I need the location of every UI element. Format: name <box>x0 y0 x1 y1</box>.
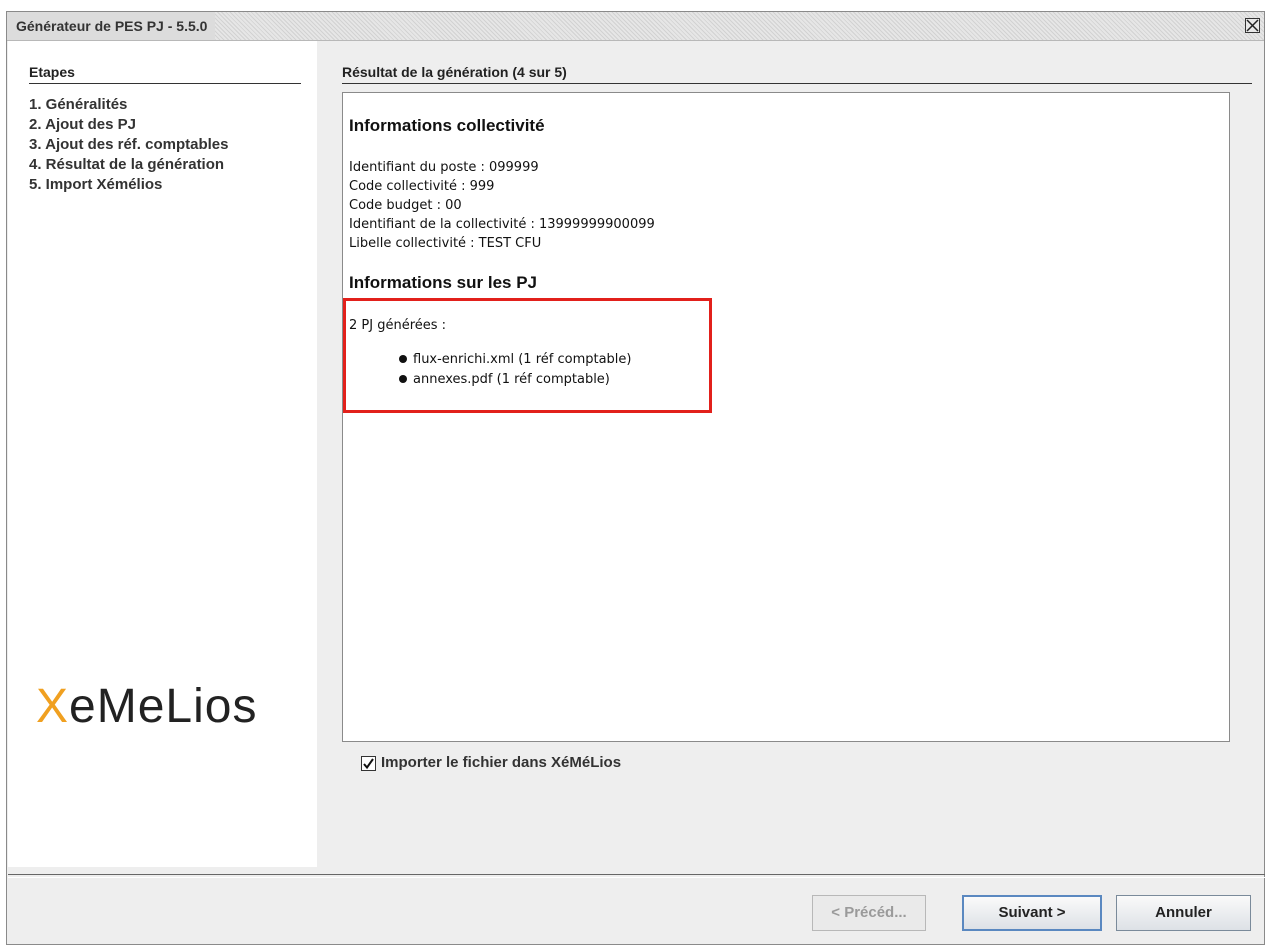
info-line: Identifiant du poste : 099999 <box>349 160 539 175</box>
info-line: Code budget : 00 <box>349 198 462 213</box>
step-item: 1. Généralités <box>29 96 128 113</box>
step-item: 3. Ajout des réf. comptables <box>29 136 229 153</box>
pj-item-label: annexes.pdf (1 réf comptable) <box>413 372 610 387</box>
info-line: Code collectivité : 999 <box>349 179 495 194</box>
window-title: Générateur de PES PJ - 5.5.0 <box>7 12 216 40</box>
info-line: Libelle collectivité : TEST CFU <box>349 236 542 251</box>
info-line: Identifiant de la collectivité : 1399999… <box>349 217 655 232</box>
step-item: 5. Import Xémélios <box>29 176 163 193</box>
divider <box>8 874 1265 878</box>
close-icon[interactable] <box>1245 18 1260 33</box>
wizard-window: Générateur de PES PJ - 5.5.0 Etapes 1. G… <box>6 11 1265 945</box>
title-bar[interactable]: Générateur de PES PJ - 5.5.0 <box>7 12 1264 41</box>
list-item: flux-enrichi.xml (1 réf comptable) <box>399 352 632 367</box>
cancel-button[interactable]: Annuler <box>1116 895 1251 931</box>
step-item: 2. Ajout des PJ <box>29 116 136 133</box>
xemelios-logo: XeMeLios <box>36 679 257 734</box>
step-item: 4. Résultat de la génération <box>29 156 225 173</box>
logo-text: eMeLios <box>69 680 258 733</box>
import-checkbox-row[interactable]: Importer le fichier dans XéMéLios <box>361 754 621 774</box>
bullet-icon <box>399 374 407 383</box>
steps-list: 1. Généralités 2. Ajout des PJ 3. Ajout … <box>29 95 229 195</box>
collectivite-heading: Informations collectivité <box>349 116 545 135</box>
steps-sidebar: Etapes 1. Généralités 2. Ajout des PJ 3.… <box>8 41 317 867</box>
steps-title: Etapes <box>29 64 301 84</box>
page-title: Résultat de la génération (4 sur 5) <box>342 64 1252 84</box>
result-panel[interactable]: Informations collectivité Identifiant du… <box>342 92 1230 742</box>
pj-heading: Informations sur les PJ <box>349 273 537 292</box>
previous-button[interactable]: < Précéd... <box>812 895 926 931</box>
list-item: annexes.pdf (1 réf comptable) <box>399 372 610 387</box>
pj-item-label: flux-enrichi.xml (1 réf comptable) <box>413 352 632 367</box>
import-checkbox-label: Importer le fichier dans XéMéLios <box>381 754 622 771</box>
logo-x: X <box>36 680 70 733</box>
bullet-icon <box>399 354 407 363</box>
import-checkbox[interactable] <box>361 755 376 771</box>
pj-count: 2 PJ générées : <box>349 318 447 333</box>
next-button[interactable]: Suivant > <box>962 895 1102 931</box>
